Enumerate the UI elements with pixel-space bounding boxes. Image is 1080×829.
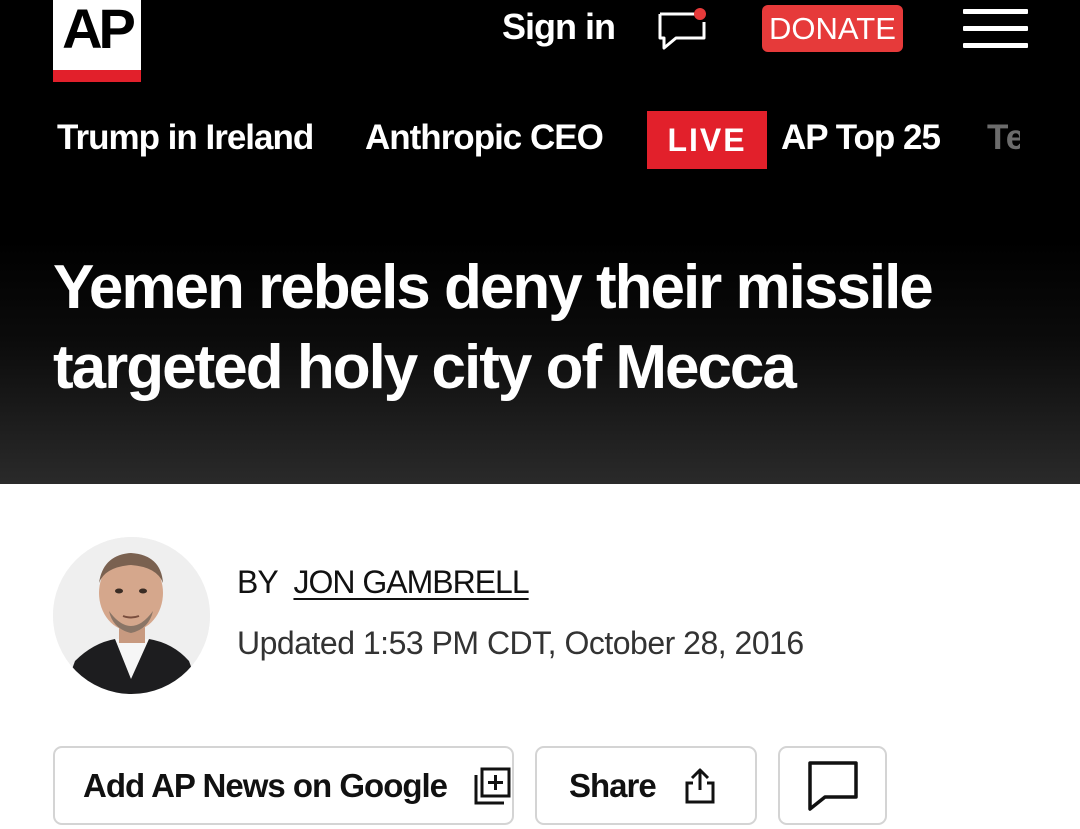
nav-item-trump-in-ireland[interactable]: Trump in Ireland (57, 112, 314, 170)
author-avatar[interactable] (53, 537, 210, 694)
add-google-label: Add AP News on Google (83, 766, 448, 804)
chat-bubble-icon[interactable] (656, 6, 710, 50)
add-to-google-icon (471, 765, 513, 807)
share-icon (684, 767, 716, 805)
nav-item-anthropic-ceo[interactable]: Anthropic CEO (365, 112, 604, 170)
comment-icon (807, 760, 859, 812)
author-link[interactable]: JON GAMBRELL (293, 564, 529, 600)
add-ap-news-on-google-button[interactable]: Add AP News on Google (53, 746, 514, 825)
logo-red-bar (53, 70, 141, 82)
nav-item-clipped[interactable]: Te (987, 112, 1020, 170)
ap-logo[interactable]: AP (53, 0, 141, 82)
sign-in-link[interactable]: Sign in (502, 6, 616, 48)
nav-item-ap-top-25[interactable]: AP Top 25 (781, 112, 941, 170)
byline: BY JON GAMBRELL (237, 564, 530, 601)
logo-text: AP (62, 0, 136, 60)
article-headline: Yemen rebels deny their missile targeted… (53, 253, 934, 402)
donate-button[interactable]: DONATE (762, 5, 903, 52)
live-badge[interactable]: LIVE (647, 111, 767, 169)
comment-button[interactable] (778, 746, 887, 825)
share-label: Share (569, 766, 657, 804)
hamburger-menu-icon[interactable] (963, 9, 1028, 49)
byline-prefix: BY (237, 564, 279, 600)
site-header: AP Sign in DONATE Trump in Ireland Anthr… (0, 0, 1080, 484)
share-button[interactable]: Share (535, 746, 757, 825)
updated-timestamp: Updated 1:53 PM CDT, October 28, 2016 (237, 625, 804, 661)
